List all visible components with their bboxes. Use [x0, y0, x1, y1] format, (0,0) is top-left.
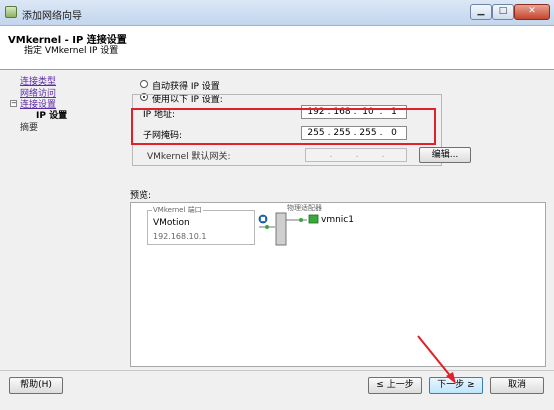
gateway-label: VMkernel 默认网关: — [147, 152, 231, 162]
auto-ip-radio[interactable] — [140, 80, 148, 88]
page-subtitle: 指定 VMkernel IP 设置 — [24, 46, 119, 56]
subnet-mask-input[interactable]: 255 . 255 . 255 . 0 — [301, 126, 407, 140]
preview-pane: VMkernel 端口 VMotion 192.168.10.1 物理适配器 v… — [130, 202, 546, 367]
gateway-dot: . — [381, 150, 385, 160]
close-button[interactable]: ✕ — [514, 4, 550, 20]
vswitch-icon — [275, 212, 287, 246]
physical-adapter-legend: 物理适配器 — [287, 204, 322, 212]
title-bar: 添加网络向导 ▁ □ ✕ — [0, 0, 554, 26]
ip-settings-group: IP 地址: 192 . 168 . 10 . 1 子网掩码: 255 . 25… — [132, 94, 471, 166]
uplink-connector-icon — [286, 218, 307, 222]
window-title: 添加网络向导 — [22, 11, 82, 22]
back-button[interactable]: ≤ 上一步 — [368, 377, 422, 394]
ip-octet-2: 168 — [333, 107, 351, 117]
footer-separator — [0, 370, 554, 371]
ip-octet-1: 192 — [307, 107, 325, 117]
collapse-icon[interactable]: − — [10, 100, 17, 107]
minimize-icon: ▁ — [477, 6, 485, 16]
mask-octet-2: 255 — [333, 128, 351, 138]
wizard-header: VMkernel - IP 连接设置 指定 VMkernel IP 设置 — [0, 26, 554, 70]
wizard-steps: 连接类型 网络访问 − 连接设置 IP 设置 摘要 — [6, 72, 122, 368]
maximize-button[interactable]: □ — [492, 4, 514, 20]
maximize-icon: □ — [498, 6, 508, 16]
mask-octet-4: 0 — [391, 128, 397, 138]
gateway-input[interactable]: . . . — [305, 148, 407, 162]
auto-ip-label: 自动获得 IP 设置 — [152, 82, 220, 92]
app-icon — [5, 6, 17, 18]
nic-name: vmnic1 — [321, 215, 354, 225]
mask-octet-3: 255 — [359, 128, 377, 138]
nic-icon — [308, 214, 319, 224]
next-button[interactable]: 下一步 ≥ — [429, 377, 483, 394]
ip-address-label: IP 地址: — [143, 110, 175, 120]
main-content: 自动获得 IP 设置 使用以下 IP 设置: IP 地址: 192 . 168 … — [124, 72, 548, 368]
ip-address-input[interactable]: 192 . 168 . 10 . 1 — [301, 105, 407, 119]
close-icon: ✕ — [528, 6, 536, 16]
step-summary: 摘要 — [20, 123, 39, 133]
subnet-mask-label: 子网掩码: — [143, 131, 183, 141]
vmkernel-port-icon — [258, 214, 268, 224]
ip-octet-4: 1 — [391, 107, 397, 117]
gateway-dot: . — [355, 150, 359, 160]
cancel-button[interactable]: 取消 — [490, 377, 544, 394]
mask-octet-1: 255 — [307, 128, 325, 138]
ip-octet-3: 10 — [362, 107, 374, 117]
minimize-button[interactable]: ▁ — [470, 4, 492, 20]
edit-gateway-button[interactable]: 编辑... — [419, 147, 471, 163]
network-diagram — [258, 212, 319, 246]
step-ip-settings: IP 设置 — [36, 111, 68, 121]
port-connector-icon — [259, 225, 275, 229]
preview-label: 预览: — [130, 191, 152, 201]
help-button[interactable]: 帮助(H) — [9, 377, 63, 394]
gateway-dot: . — [329, 150, 333, 160]
